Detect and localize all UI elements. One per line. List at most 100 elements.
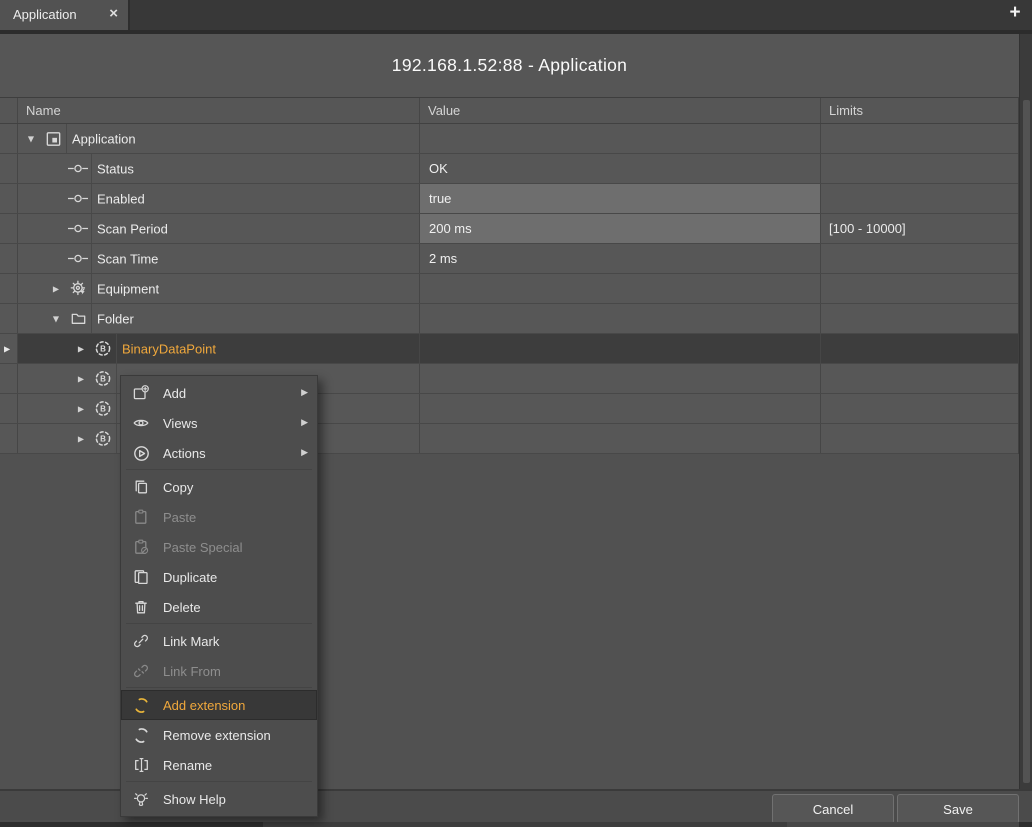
row-gutter[interactable]: [0, 154, 18, 183]
menu-item-copy[interactable]: Copy: [121, 472, 317, 502]
column-header-name[interactable]: Name: [18, 98, 419, 123]
rename-icon: [131, 756, 151, 774]
limits-cell: [820, 124, 1019, 153]
vertical-scrollbar[interactable]: [1019, 34, 1032, 789]
table-row-binarydatapoint[interactable]: ▶▶BBinaryDataPoint: [0, 334, 1019, 364]
value-text: 200 ms: [429, 221, 472, 236]
tab-application[interactable]: Application ×: [0, 0, 130, 30]
save-button[interactable]: Save: [897, 794, 1019, 824]
menu-item-link-from[interactable]: Link From: [121, 656, 317, 686]
table-row-enabled[interactable]: Enabledtrue: [0, 184, 1019, 214]
menu-item-paste-special[interactable]: Paste Special: [121, 532, 317, 562]
value-cell[interactable]: [419, 364, 820, 393]
property-icon: [68, 219, 88, 238]
row-gutter[interactable]: [0, 274, 18, 303]
table-row-status[interactable]: StatusOK: [0, 154, 1019, 184]
property-icon: [68, 159, 88, 178]
row-gutter[interactable]: [0, 394, 18, 423]
row-gutter[interactable]: [0, 124, 18, 153]
row-gutter[interactable]: [0, 214, 18, 243]
row-gutter[interactable]: [0, 304, 18, 333]
menu-item-label: Delete: [163, 600, 201, 615]
menu-item-label: Link Mark: [163, 634, 219, 649]
menu-item-label: Show Help: [163, 792, 226, 807]
menu-item-views[interactable]: Views▶: [121, 408, 317, 438]
svg-text:B: B: [100, 345, 106, 354]
column-header-value[interactable]: Value: [419, 98, 820, 123]
row-gutter[interactable]: [0, 184, 18, 213]
tree-indent-guide: [116, 424, 117, 453]
tree-item-label: Equipment: [97, 281, 159, 296]
collapse-arrow-icon[interactable]: ▼: [50, 314, 62, 323]
tree-indent-guide: [91, 274, 92, 303]
table-row-equipment[interactable]: ▶ Equipment: [0, 274, 1019, 304]
menu-item-label: Add: [163, 386, 186, 401]
row-gutter[interactable]: [0, 364, 18, 393]
expand-arrow-icon[interactable]: ▶: [50, 284, 62, 293]
menu-item-delete[interactable]: Delete: [121, 592, 317, 622]
value-cell[interactable]: [419, 334, 820, 363]
table-row-application[interactable]: ▼Application: [0, 124, 1019, 154]
menu-item-paste[interactable]: Paste: [121, 502, 317, 532]
table-row-scan-time[interactable]: Scan Time2 ms: [0, 244, 1019, 274]
link-icon: [131, 632, 151, 650]
column-header-limits[interactable]: Limits: [820, 98, 1019, 123]
menu-item-rename[interactable]: Rename: [121, 750, 317, 780]
menu-item-add[interactable]: Add▶: [121, 378, 317, 408]
binary-datapoint-icon: B: [93, 339, 113, 358]
value-cell[interactable]: [419, 304, 820, 333]
window-bottom-edge: [0, 822, 1032, 827]
cancel-button[interactable]: Cancel: [772, 794, 894, 824]
tree-indent-guide: [91, 214, 92, 243]
property-icon: [68, 189, 88, 208]
menu-item-link-mark[interactable]: Link Mark: [121, 626, 317, 656]
svg-text:B: B: [100, 375, 106, 384]
equipment-icon: [68, 279, 88, 298]
limits-text: [100 - 10000]: [829, 221, 906, 236]
row-gutter[interactable]: [0, 244, 18, 273]
trash-icon: [131, 598, 151, 616]
collapse-arrow-icon[interactable]: ▼: [25, 134, 37, 143]
value-cell[interactable]: [419, 394, 820, 423]
value-text: true: [429, 191, 451, 206]
tree-item-label: Scan Period: [97, 221, 168, 236]
value-cell[interactable]: [419, 124, 820, 153]
app-window: Application × + 192.168.1.52:88 - Applic…: [0, 0, 1032, 827]
row-gutter[interactable]: ▶: [0, 334, 18, 363]
tree-indent-guide: [66, 124, 67, 153]
value-cell[interactable]: 2 ms: [419, 244, 820, 273]
application-icon: [43, 129, 63, 148]
limits-cell: [820, 424, 1019, 453]
copy-icon: [131, 478, 151, 496]
value-cell[interactable]: true: [419, 184, 820, 213]
table-row-folder[interactable]: ▼ Folder: [0, 304, 1019, 334]
expand-arrow-icon[interactable]: ▶: [75, 404, 87, 413]
add-tab-button[interactable]: +: [1004, 2, 1026, 24]
expand-arrow-icon[interactable]: ▶: [75, 344, 87, 353]
menu-item-label: Duplicate: [163, 570, 217, 585]
scrollbar-thumb[interactable]: [1023, 100, 1030, 783]
tree-indent-guide: [116, 394, 117, 423]
menu-item-add-extension[interactable]: Add extension: [121, 690, 317, 720]
value-cell[interactable]: [419, 424, 820, 453]
page-title: 192.168.1.52:88 - Application: [392, 55, 627, 76]
value-cell[interactable]: [419, 274, 820, 303]
table-header: Name Value Limits: [0, 97, 1019, 124]
close-icon[interactable]: ×: [109, 5, 118, 22]
row-gutter[interactable]: [0, 424, 18, 453]
property-icon: [68, 249, 88, 268]
table-row-scan-period[interactable]: Scan Period 200 ms [100 - 10000]: [0, 214, 1019, 244]
expand-arrow-icon[interactable]: ▶: [75, 374, 87, 383]
tree-item-label: Folder: [97, 311, 134, 326]
menu-item-remove-extension[interactable]: Remove extension: [121, 720, 317, 750]
tree-indent-guide: [91, 244, 92, 273]
value-cell[interactable]: OK: [419, 154, 820, 183]
value-text: 2 ms: [429, 251, 457, 266]
menu-item-duplicate[interactable]: Duplicate: [121, 562, 317, 592]
menu-item-label: Paste: [163, 510, 196, 525]
menu-item-actions[interactable]: Actions▶: [121, 438, 317, 468]
menu-item-show-help[interactable]: Show Help: [121, 784, 317, 814]
eye-icon: [131, 414, 151, 432]
expand-arrow-icon[interactable]: ▶: [75, 434, 87, 443]
value-cell[interactable]: 200 ms: [419, 214, 820, 243]
